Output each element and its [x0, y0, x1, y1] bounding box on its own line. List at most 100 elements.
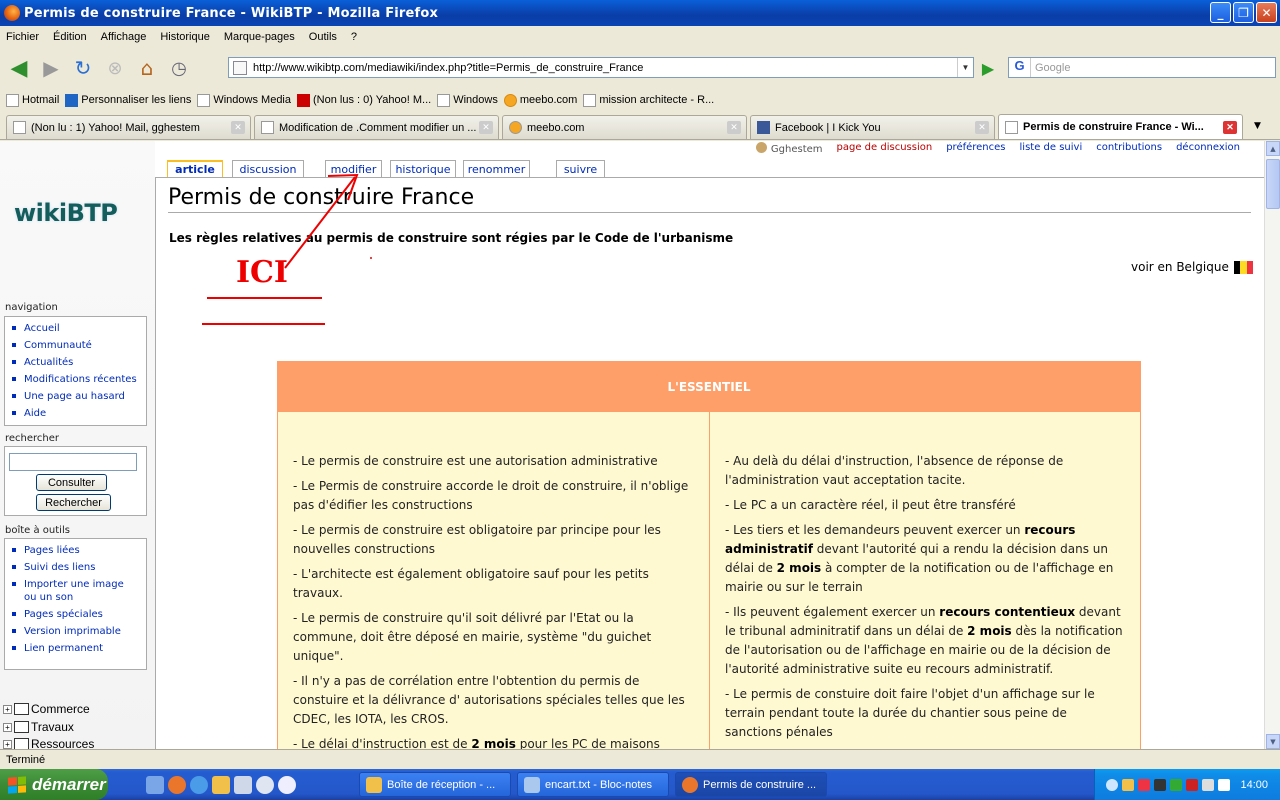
maximize-button[interactable]: ❐ [1233, 2, 1254, 23]
disc-icon[interactable] [256, 775, 274, 794]
consulter-button[interactable]: Consulter [36, 474, 107, 491]
vertical-scrollbar[interactable]: ▲ ▼ [1264, 141, 1280, 749]
tab-article[interactable]: article [167, 160, 223, 177]
tool-pages-liees[interactable]: Pages liées [5, 542, 146, 559]
expand-icon[interactable]: + [3, 739, 12, 749]
tab-modifier[interactable]: modifier [325, 160, 382, 177]
tab-suivre[interactable]: suivre [556, 160, 605, 177]
menu-fichier[interactable]: Fichier [6, 31, 39, 43]
nav-communaute[interactable]: Communauté [5, 337, 146, 354]
nav-page-au-hasard[interactable]: Une page au hasard [5, 388, 146, 405]
wikibtp-logo[interactable]: wikiBTP [14, 199, 118, 227]
nav-modifications-recentes[interactable]: Modifications récentes [5, 371, 146, 388]
tray-arrow-icon[interactable] [1106, 778, 1119, 791]
bookmark-yahoo[interactable]: (Non lus : 0) Yahoo! M... [297, 93, 431, 107]
tray-app-icon[interactable] [1202, 778, 1215, 791]
bookmark-windows[interactable]: Windows [437, 93, 498, 107]
tab-close-icon[interactable]: ✕ [231, 121, 245, 134]
reload-icon[interactable]: ↻ [70, 55, 96, 81]
address-bar[interactable]: http://www.wikibtp.com/mediawiki/index.p… [228, 57, 974, 78]
back-icon[interactable]: ◀ [6, 55, 32, 81]
tab-meebo[interactable]: meebo.com ✕ [502, 115, 747, 139]
essentiel-text: - Le Permis de construire accorde le dro… [293, 479, 689, 512]
tab-close-icon[interactable]: ✕ [975, 121, 989, 134]
scroll-down-icon[interactable]: ▼ [1266, 734, 1280, 749]
home-icon[interactable]: ⌂ [134, 55, 160, 81]
expand-icon[interactable]: + [3, 722, 12, 732]
tool-pages-speciales[interactable]: Pages spéciales [5, 606, 146, 623]
internet-explorer-icon[interactable] [190, 775, 208, 794]
tray-app-icon[interactable] [1218, 778, 1231, 791]
stop-icon[interactable]: ⊗ [102, 55, 128, 81]
preferences-link[interactable]: préférences [946, 142, 1005, 155]
wiki-search-input[interactable] [9, 453, 137, 471]
tab-historique[interactable]: historique [390, 160, 456, 177]
bookmark-mission-architecte[interactable]: mission architecte - R... [583, 93, 714, 107]
menu-outils[interactable]: Outils [309, 31, 337, 43]
menu-historique[interactable]: Historique [160, 31, 210, 43]
task-bloc-notes[interactable]: encart.txt - Bloc-notes [517, 772, 669, 797]
firefox-icon[interactable] [168, 775, 186, 794]
bookmark-windows-media[interactable]: Windows Media [197, 93, 291, 107]
user-link[interactable]: Gghestem [755, 142, 823, 155]
forward-icon[interactable]: ▶ [38, 55, 64, 81]
category-commerce[interactable]: + Commerce [3, 702, 90, 716]
belgium-link[interactable]: voir en Belgique [1131, 260, 1253, 274]
tab-close-icon[interactable]: ✕ [727, 121, 741, 134]
close-button[interactable]: ✕ [1256, 2, 1277, 23]
menu-marque-pages[interactable]: Marque-pages [224, 31, 295, 43]
menu-edition[interactable]: Édition [53, 31, 87, 43]
tab-facebook[interactable]: Facebook | I Kick You ✕ [750, 115, 995, 139]
tray-app-icon[interactable] [1186, 778, 1199, 791]
tool-suivi-liens[interactable]: Suivi des liens [5, 559, 146, 576]
tab-yahoo-mail[interactable]: (Non lu : 1) Yahoo! Mail, gghestem ✕ [6, 115, 251, 139]
tray-app-icon[interactable] [1154, 778, 1167, 791]
minimize-button[interactable]: _ [1210, 2, 1231, 23]
bookmark-hotmail[interactable]: Hotmail [6, 93, 59, 107]
url-dropdown-icon[interactable]: ▼ [957, 58, 973, 77]
tab-modification[interactable]: Modification de .Comment modifier un ...… [254, 115, 499, 139]
search-box[interactable]: G Google [1008, 57, 1276, 78]
tray-app-icon[interactable] [1170, 778, 1183, 791]
media-icon[interactable] [234, 775, 252, 794]
tray-app-icon[interactable] [1122, 778, 1135, 791]
start-button[interactable]: démarrer [0, 769, 108, 800]
history-clock-icon[interactable]: ◷ [166, 55, 192, 81]
desktop-icon[interactable] [146, 775, 164, 794]
tool-lien-permanent[interactable]: Lien permanent [5, 640, 146, 657]
tab-discussion[interactable]: discussion [232, 160, 304, 177]
tab-close-icon[interactable]: ✕ [1223, 120, 1237, 134]
nav-aide[interactable]: Aide [5, 405, 146, 422]
expand-icon[interactable]: + [3, 704, 12, 714]
rechercher-button[interactable]: Rechercher [36, 494, 111, 511]
scroll-thumb[interactable] [1266, 159, 1280, 209]
bookmark-personnaliser[interactable]: Personnaliser les liens [65, 93, 191, 107]
tab-close-icon[interactable]: ✕ [479, 121, 493, 134]
task-firefox[interactable]: Permis de construire ... [675, 772, 827, 797]
nav-accueil[interactable]: Accueil [5, 320, 146, 337]
player-icon[interactable] [278, 775, 296, 794]
outlook-icon[interactable] [212, 775, 230, 794]
tab-renommer[interactable]: renommer [463, 160, 530, 177]
contributions-link[interactable]: contributions [1096, 142, 1162, 155]
scroll-up-icon[interactable]: ▲ [1266, 141, 1280, 156]
google-search-engine-icon[interactable]: G [1009, 58, 1031, 77]
watchlist-link[interactable]: liste de suivi [1020, 142, 1083, 155]
category-ressources[interactable]: + Ressources [3, 737, 94, 749]
tray-app-icon[interactable] [1138, 778, 1151, 791]
task-boite-reception[interactable]: Boîte de réception - ... [359, 772, 511, 797]
go-arrow-icon[interactable]: ▶ [978, 58, 998, 78]
menu-aide[interactable]: ? [351, 31, 357, 43]
menu-affichage[interactable]: Affichage [101, 31, 147, 43]
tab-list-icon[interactable]: ▼ [1254, 121, 1261, 131]
category-travaux[interactable]: + Travaux [3, 720, 74, 734]
logout-link[interactable]: déconnexion [1176, 142, 1240, 155]
bookmark-meebo[interactable]: meebo.com [503, 93, 577, 107]
essentiel-item: - Le permis de construire qu'il soit dél… [293, 609, 695, 666]
nav-actualites[interactable]: Actualités [5, 354, 146, 371]
status-text: Terminé [6, 753, 46, 766]
tool-importer-image[interactable]: Importer une image ou un son [5, 576, 130, 606]
tool-version-imprimable[interactable]: Version imprimable [5, 623, 146, 640]
user-talk-link[interactable]: page de discussion [837, 142, 933, 155]
tab-permis-construire[interactable]: Permis de construire France - Wi... ✕ [998, 114, 1243, 139]
